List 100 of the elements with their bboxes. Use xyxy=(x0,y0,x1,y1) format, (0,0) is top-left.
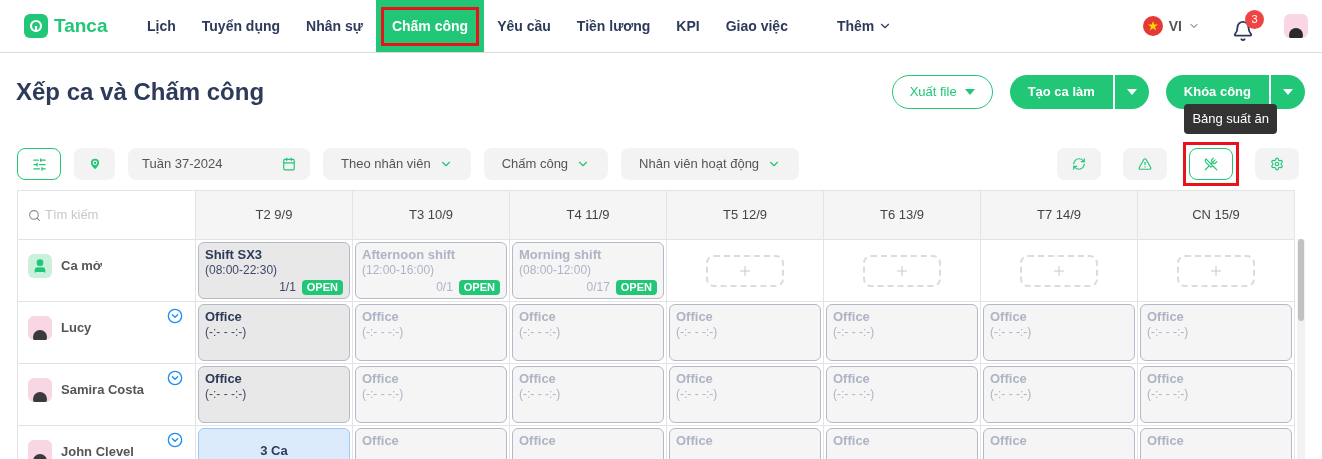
expand-icon[interactable] xyxy=(167,370,183,386)
shift-time: (12:00-16:00) xyxy=(362,263,436,278)
nav-tab[interactable]: Nhân sự xyxy=(293,0,376,52)
shift-card[interactable]: Office (-:- - -:-) xyxy=(198,304,350,361)
logo-icon xyxy=(24,14,48,38)
settings-button[interactable] xyxy=(1255,148,1299,180)
warning-button[interactable] xyxy=(1123,148,1167,180)
expand-icon[interactable] xyxy=(167,308,183,324)
dropdown-button[interactable] xyxy=(1269,75,1305,109)
nav-tab[interactable]: Tiền lương xyxy=(563,0,664,52)
shift-time: (-:- - -:-) xyxy=(519,387,562,402)
meal-button[interactable] xyxy=(1189,148,1233,180)
language-selector[interactable]: VI xyxy=(1142,15,1200,37)
avatar xyxy=(28,316,52,340)
utensils-icon xyxy=(1204,157,1218,171)
shift-card[interactable]: Office (-:- - -:-) xyxy=(1140,304,1292,361)
open-badge: OPEN xyxy=(301,279,343,295)
sliders-icon xyxy=(31,156,47,172)
nav-tab[interactable]: KPI xyxy=(663,0,713,52)
shift-card[interactable]: Office xyxy=(826,428,978,459)
shift-title: Office xyxy=(205,371,243,387)
week-picker[interactable]: Tuần 37-2024 xyxy=(128,148,310,180)
employee-name: John Clevel xyxy=(61,444,134,459)
filter-button[interactable] xyxy=(17,148,61,180)
day-header: T6 13/9 xyxy=(824,191,981,240)
shift-card[interactable]: Office xyxy=(355,428,507,459)
caret-icon xyxy=(964,89,975,95)
scrollbar[interactable] xyxy=(1297,239,1305,459)
shift-card[interactable]: 3 Ca xyxy=(198,428,350,459)
add-shift-button[interactable] xyxy=(863,254,941,287)
shift-title: Office xyxy=(205,309,243,325)
shift-card[interactable]: Office (-:- - -:-) xyxy=(512,366,664,423)
nav-tab[interactable]: Lịch xyxy=(134,0,189,52)
shift-time: (-:- - -:-) xyxy=(362,325,405,340)
nav-tab[interactable]: Tuyển dụng xyxy=(188,0,294,52)
search-icon xyxy=(28,208,41,222)
avatar xyxy=(28,440,52,459)
nav-tab[interactable]: Chấm công xyxy=(375,0,485,52)
location-button[interactable] xyxy=(74,148,115,180)
shift-card[interactable]: Office (-:- - -:-) xyxy=(826,304,978,361)
shift-card[interactable]: Office (-:- - -:-) xyxy=(983,304,1135,361)
shift-card[interactable]: Office (-:- - -:-) xyxy=(355,366,507,423)
shift-time: (08:00-22:30) xyxy=(205,263,279,278)
bell-icon xyxy=(1232,20,1254,42)
nav-tab[interactable]: Yêu cầu xyxy=(484,0,564,52)
refresh-button[interactable] xyxy=(1057,148,1101,180)
filter-dropdown[interactable]: Chấm công xyxy=(483,148,609,180)
open-badge: OPEN xyxy=(615,279,657,295)
shift-card[interactable]: Office (-:- - -:-) xyxy=(826,366,978,423)
shift-card[interactable]: Morning shift (08:00-12:00) 0/17 OPEN xyxy=(512,242,664,299)
shift-card[interactable]: Office xyxy=(1140,428,1292,459)
shift-card[interactable]: Office (-:- - -:-) xyxy=(983,366,1135,423)
shift-title: Morning shift xyxy=(519,247,603,263)
shift-time: (-:- - -:-) xyxy=(833,387,876,402)
more-menu[interactable]: Thêm xyxy=(836,0,893,52)
action-button[interactable]: Tạo ca làm xyxy=(1009,75,1113,109)
notifications-button[interactable]: 3 xyxy=(1232,10,1264,42)
shift-card[interactable]: Office (-:- - -:-) xyxy=(669,366,821,423)
shift-card[interactable]: Office xyxy=(669,428,821,459)
shift-card[interactable]: Office (-:- - -:-) xyxy=(669,304,821,361)
caret-icon xyxy=(1126,89,1137,95)
day-header: T3 10/9 xyxy=(353,191,510,240)
shift-card[interactable]: Office (-:- - -:-) xyxy=(355,304,507,361)
map-pin-icon xyxy=(87,157,102,171)
shift-time: (-:- - -:-) xyxy=(362,387,405,402)
settings-icon xyxy=(1270,157,1284,171)
open-badge: OPEN xyxy=(458,279,500,295)
flag-icon xyxy=(1142,16,1163,36)
avatar[interactable] xyxy=(1284,14,1308,38)
add-shift-button[interactable] xyxy=(706,254,784,287)
shift-time: (-:- - -:-) xyxy=(676,387,719,402)
shift-card[interactable]: Shift SX3 (08:00-22:30) 1/1 OPEN xyxy=(198,242,350,299)
shift-card[interactable]: Office xyxy=(512,428,664,459)
tooltip: Bảng suất ăn xyxy=(1184,104,1277,134)
shift-time: (-:- - -:-) xyxy=(205,387,248,402)
shift-card[interactable]: Office (-:- - -:-) xyxy=(198,366,350,423)
shift-title: Office xyxy=(1147,433,1185,449)
shift-card[interactable]: Office (-:- - -:-) xyxy=(512,304,664,361)
add-shift-button[interactable] xyxy=(1177,254,1255,287)
filter-dropdown[interactable]: Theo nhân viên xyxy=(323,148,471,180)
calendar-icon xyxy=(282,157,296,171)
shift-card[interactable]: Office xyxy=(983,428,1135,459)
notification-count: 3 xyxy=(1245,10,1264,29)
action-button[interactable]: Khóa công xyxy=(1165,75,1269,109)
nav-tab[interactable]: Giao việc xyxy=(712,0,801,52)
shift-card[interactable]: Afternoon shift (12:00-16:00) 0/1 OPEN xyxy=(355,242,507,299)
expand-icon[interactable] xyxy=(167,432,183,448)
shift-time: (-:- - -:-) xyxy=(1147,325,1190,340)
shift-time: (-:- - -:-) xyxy=(833,325,876,340)
shift-title: Office xyxy=(519,309,557,325)
day-header: T4 11/9 xyxy=(510,191,667,240)
shift-card[interactable]: Office (-:- - -:-) xyxy=(1140,366,1292,423)
shift-title: Office xyxy=(990,371,1028,387)
add-shift-button[interactable] xyxy=(1020,254,1098,287)
avatar xyxy=(28,378,52,402)
shift-title: Office xyxy=(362,309,400,325)
shift-count: 3 Ca xyxy=(260,442,288,459)
shift-title: Office xyxy=(362,433,400,449)
caret-icon xyxy=(1283,89,1293,95)
filter-dropdown[interactable]: Nhân viên hoạt động xyxy=(621,148,800,180)
